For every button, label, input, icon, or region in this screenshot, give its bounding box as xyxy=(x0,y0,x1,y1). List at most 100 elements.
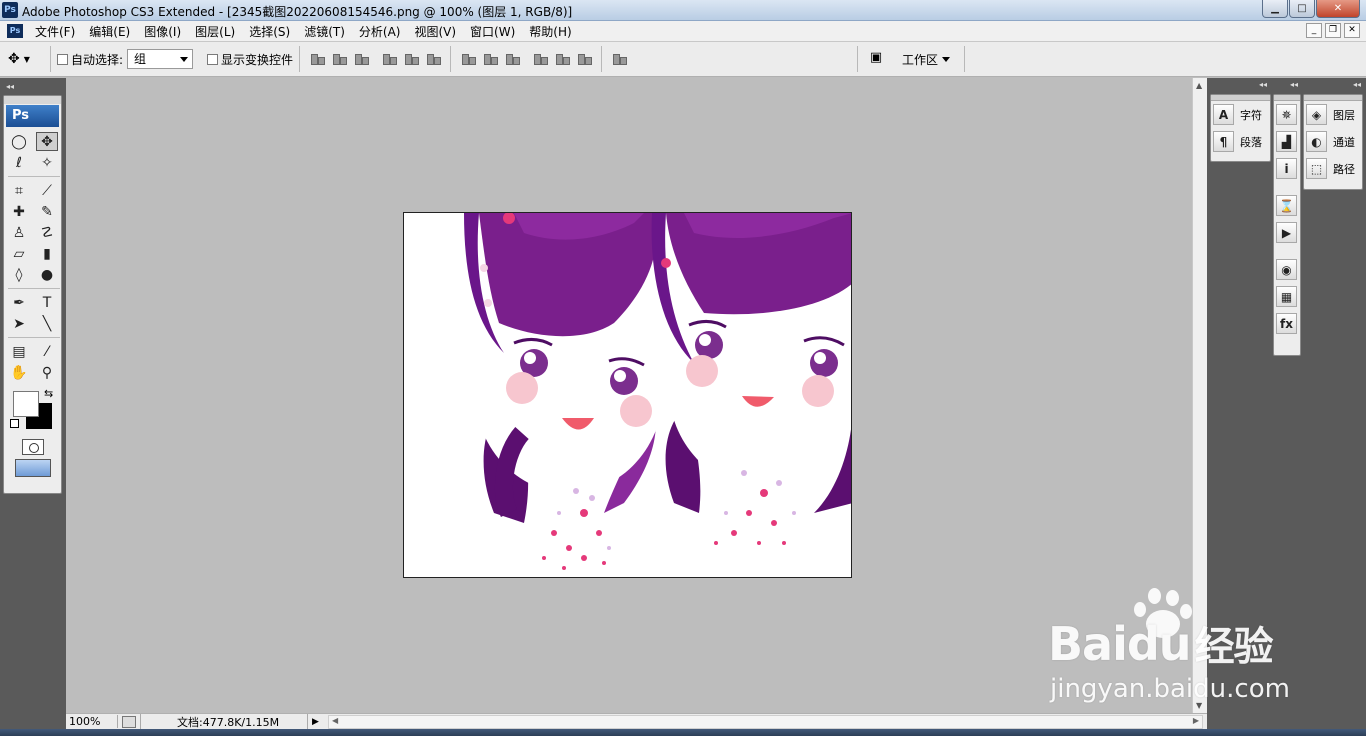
doc-restore-button[interactable]: ❐ xyxy=(1325,23,1341,38)
info-icon[interactable]: i xyxy=(1276,158,1297,179)
panel-item[interactable]: ◈ 图层 xyxy=(1304,101,1362,128)
collapse-panel-icon[interactable]: ◂◂ xyxy=(1353,80,1361,89)
distribute-bottom-icon[interactable] xyxy=(504,51,521,67)
path-selection-tool-icon[interactable]: ➤ xyxy=(8,314,30,333)
swap-colors-icon[interactable]: ⇆ xyxy=(44,387,53,400)
foreground-color-swatch[interactable] xyxy=(13,391,39,417)
align-right-icon[interactable] xyxy=(425,51,442,67)
line-tool-icon[interactable]: ╲ xyxy=(36,314,58,333)
styles-icon[interactable]: fx xyxy=(1276,313,1297,334)
panel-item[interactable]: ⌛ xyxy=(1274,192,1300,219)
auto-align-icon[interactable] xyxy=(611,51,628,67)
distribute-left-icon[interactable] xyxy=(532,51,549,67)
dodge-tool-icon[interactable]: ● xyxy=(36,265,58,284)
distribute-right-icon[interactable] xyxy=(576,51,593,67)
maximize-button[interactable]: □ xyxy=(1289,0,1315,18)
canvas-area[interactable] xyxy=(66,78,1192,713)
swatches-icon[interactable]: ▦ xyxy=(1276,286,1297,307)
scroll-up-icon[interactable]: ▲ xyxy=(1196,81,1202,90)
auto-select-checkbox[interactable] xyxy=(57,53,68,65)
distribute-vcenter-icon[interactable] xyxy=(482,51,499,67)
collapse-panel-icon[interactable]: ◂◂ xyxy=(1290,80,1298,89)
zoom-level[interactable]: 100% xyxy=(66,715,118,728)
scroll-right-icon[interactable]: ▶ xyxy=(1193,716,1199,725)
auto-select-dropdown[interactable]: 组 xyxy=(127,49,194,69)
close-button[interactable]: ✕ xyxy=(1316,0,1360,18)
doc-minimize-button[interactable]: _ xyxy=(1306,23,1322,38)
bridge-icon[interactable]: ▣ xyxy=(864,50,888,68)
scroll-left-icon[interactable]: ◀ xyxy=(332,716,338,725)
pen-tool-icon[interactable]: ✒ xyxy=(8,293,30,312)
navigator-icon[interactable]: ✵ xyxy=(1276,104,1297,125)
panel-item[interactable]: ⬚ 路径 xyxy=(1304,155,1362,182)
show-transform-checkbox[interactable] xyxy=(207,53,219,65)
menu-logo[interactable]: Ps xyxy=(7,24,23,38)
move-tool-preset-icon[interactable]: ✥ ▼ xyxy=(8,51,44,67)
align-hcenter-icon[interactable] xyxy=(403,51,420,67)
menu-item[interactable]: 视图(V) xyxy=(407,23,463,40)
document-canvas[interactable] xyxy=(403,212,852,578)
menu-item[interactable]: 编辑(E) xyxy=(82,23,137,40)
align-top-icon[interactable] xyxy=(309,51,326,67)
notes-tool-icon[interactable]: ▤ xyxy=(8,342,30,361)
panel-item[interactable]: ✵ xyxy=(1274,101,1300,128)
panel-item[interactable]: ◉ xyxy=(1274,256,1300,283)
zoom-tool-icon[interactable]: ⚲ xyxy=(36,363,58,382)
paragraph-icon[interactable]: ¶ xyxy=(1213,131,1234,152)
eyedropper-tool-icon[interactable]: ⁄ xyxy=(36,342,58,361)
history-brush-tool-icon[interactable]: ☡ xyxy=(36,223,58,242)
menu-item[interactable]: 帮助(H) xyxy=(522,23,578,40)
menu-item[interactable]: 图像(I) xyxy=(137,23,188,40)
menu-item[interactable]: 分析(A) xyxy=(352,23,408,40)
panel-item[interactable]: ▦ xyxy=(1274,283,1300,310)
lasso-tool-icon[interactable]: ℓ xyxy=(8,153,30,172)
minimize-button[interactable]: ▁ xyxy=(1262,0,1288,18)
panel-item[interactable]: ▶ xyxy=(1274,219,1300,246)
app-icon[interactable]: Ps xyxy=(2,2,18,18)
panel-item[interactable]: fx xyxy=(1274,310,1300,337)
panel-item[interactable]: A 字符 xyxy=(1211,101,1270,128)
crop-tool-icon[interactable]: ⌗ xyxy=(8,181,30,200)
marquee-tool-icon[interactable]: ◯ xyxy=(8,132,30,151)
quick-mask-icon[interactable] xyxy=(21,439,44,455)
slice-tool-icon[interactable]: ⟋ xyxy=(36,181,58,200)
type-tool-icon[interactable]: T xyxy=(36,293,58,312)
actions-icon[interactable]: ▶ xyxy=(1276,222,1297,243)
distribute-hcenter-icon[interactable] xyxy=(554,51,571,67)
panel-item[interactable]: ¶ 段落 xyxy=(1211,128,1270,155)
healing-brush-tool-icon[interactable]: ✚ xyxy=(8,202,30,221)
eraser-tool-icon[interactable]: ▱ xyxy=(8,244,30,263)
clone-stamp-tool-icon[interactable]: ♙ xyxy=(8,223,30,242)
toolbox-grip[interactable] xyxy=(4,96,61,104)
menu-item[interactable]: 文件(F) xyxy=(28,23,82,40)
histogram-icon[interactable]: ▟ xyxy=(1276,131,1297,152)
panel-item[interactable]: ▟ xyxy=(1274,128,1300,155)
collapse-left-icon[interactable]: ◂◂ xyxy=(6,82,14,91)
horizontal-scrollbar[interactable]: ◀ ▶ xyxy=(328,714,1203,729)
blur-tool-icon[interactable]: ◊ xyxy=(8,265,30,284)
panel-item[interactable]: i xyxy=(1274,155,1300,182)
menu-item[interactable]: 窗口(W) xyxy=(463,23,522,40)
menu-item[interactable]: 滤镜(T) xyxy=(297,23,352,40)
screen-mode-icon[interactable] xyxy=(14,459,51,477)
move-tool-icon[interactable]: ✥ xyxy=(36,132,58,151)
layers-icon[interactable]: ◈ xyxy=(1306,104,1327,125)
color-icon[interactable]: ◉ xyxy=(1276,259,1297,280)
workspace-button[interactable]: 工作区 xyxy=(902,51,950,68)
align-left-icon[interactable] xyxy=(381,51,398,67)
character-icon[interactable]: A xyxy=(1213,104,1234,125)
channels-icon[interactable]: ◐ xyxy=(1306,131,1327,152)
brush-tool-icon[interactable]: ✎ xyxy=(36,202,58,221)
status-info-icon[interactable] xyxy=(122,715,136,728)
doc-close-button[interactable]: ✕ xyxy=(1344,23,1360,38)
menu-item[interactable]: 图层(L) xyxy=(188,23,242,40)
align-vcenter-icon[interactable] xyxy=(331,51,348,67)
align-bottom-icon[interactable] xyxy=(353,51,370,67)
history-icon[interactable]: ⌛ xyxy=(1276,195,1297,216)
toolbox-logo[interactable]: Ps xyxy=(6,105,59,127)
paths-icon[interactable]: ⬚ xyxy=(1306,158,1327,179)
magic-wand-tool-icon[interactable]: ✧ xyxy=(36,153,58,172)
gradient-tool-icon[interactable]: ▮ xyxy=(36,244,58,263)
collapse-panel-icon[interactable]: ◂◂ xyxy=(1259,80,1267,89)
distribute-top-icon[interactable] xyxy=(460,51,477,67)
